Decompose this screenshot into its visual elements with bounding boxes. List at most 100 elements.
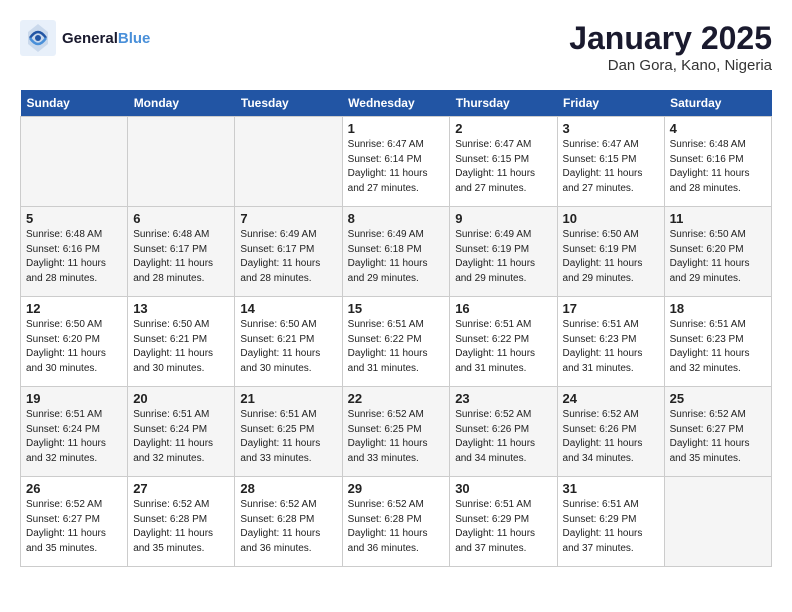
day-number: 13: [133, 301, 229, 316]
day-info: Sunrise: 6:50 AM Sunset: 6:20 PM Dayligh…: [26, 318, 122, 376]
day-number: 28: [240, 481, 336, 496]
day-info: Sunrise: 6:51 AM Sunset: 6:25 PM Dayligh…: [240, 408, 336, 466]
day-info: Sunrise: 6:51 AM Sunset: 6:29 PM Dayligh…: [563, 498, 659, 556]
weekday-header: Sunday: [21, 90, 128, 117]
day-number: 24: [563, 391, 659, 406]
weekday-header: Tuesday: [235, 90, 342, 117]
calendar-day-cell: 5 Sunrise: 6:48 AM Sunset: 6:16 PM Daylig…: [21, 207, 128, 297]
calendar-day-cell: 19 Sunrise: 6:51 AM Sunset: 6:24 PM Dayli…: [21, 387, 128, 477]
calendar-week-row: 12 Sunrise: 6:50 AM Sunset: 6:20 PM Dayli…: [21, 297, 772, 387]
day-info: Sunrise: 6:52 AM Sunset: 6:27 PM Dayligh…: [670, 408, 766, 466]
day-number: 2: [455, 121, 551, 136]
day-number: 25: [670, 391, 766, 406]
day-info: Sunrise: 6:49 AM Sunset: 6:19 PM Dayligh…: [455, 228, 551, 286]
day-number: 27: [133, 481, 229, 496]
weekday-header: Thursday: [450, 90, 557, 117]
day-info: Sunrise: 6:52 AM Sunset: 6:28 PM Dayligh…: [240, 498, 336, 556]
calendar-day-cell: 27 Sunrise: 6:52 AM Sunset: 6:28 PM Dayli…: [128, 477, 235, 567]
calendar-day-cell: [664, 477, 771, 567]
calendar-day-cell: 14 Sunrise: 6:50 AM Sunset: 6:21 PM Dayli…: [235, 297, 342, 387]
title-block: January 2025 Dan Gora, Kano, Nigeria: [569, 20, 772, 74]
day-info: Sunrise: 6:51 AM Sunset: 6:23 PM Dayligh…: [670, 318, 766, 376]
calendar-table: SundayMondayTuesdayWednesdayThursdayFrid…: [20, 90, 772, 567]
calendar-day-cell: 28 Sunrise: 6:52 AM Sunset: 6:28 PM Dayli…: [235, 477, 342, 567]
calendar-day-cell: 4 Sunrise: 6:48 AM Sunset: 6:16 PM Daylig…: [664, 117, 771, 207]
calendar-day-cell: 6 Sunrise: 6:48 AM Sunset: 6:17 PM Daylig…: [128, 207, 235, 297]
day-number: 30: [455, 481, 551, 496]
day-info: Sunrise: 6:48 AM Sunset: 6:16 PM Dayligh…: [670, 138, 766, 196]
day-info: Sunrise: 6:50 AM Sunset: 6:21 PM Dayligh…: [240, 318, 336, 376]
location: Dan Gora, Kano, Nigeria: [569, 57, 772, 74]
day-number: 23: [455, 391, 551, 406]
day-info: Sunrise: 6:51 AM Sunset: 6:22 PM Dayligh…: [455, 318, 551, 376]
calendar-day-cell: 10Sunrise: 6:50 AM Sunset: 6:19 PM Dayli…: [557, 207, 664, 297]
day-number: 17: [563, 301, 659, 316]
day-number: 12: [26, 301, 122, 316]
logo-text: GeneralBlue: [62, 30, 150, 47]
calendar-day-cell: 22Sunrise: 6:52 AM Sunset: 6:25 PM Dayli…: [342, 387, 450, 477]
day-info: Sunrise: 6:47 AM Sunset: 6:15 PM Dayligh…: [563, 138, 659, 196]
calendar-day-cell: [235, 117, 342, 207]
day-info: Sunrise: 6:51 AM Sunset: 6:23 PM Dayligh…: [563, 318, 659, 376]
calendar-day-cell: 30 Sunrise: 6:51 AM Sunset: 6:29 PM Dayli…: [450, 477, 557, 567]
day-info: Sunrise: 6:52 AM Sunset: 6:25 PM Dayligh…: [348, 408, 445, 466]
weekday-header: Friday: [557, 90, 664, 117]
calendar-day-cell: [128, 117, 235, 207]
calendar-day-cell: 8 Sunrise: 6:49 AM Sunset: 6:18 PM Daylig…: [342, 207, 450, 297]
calendar-day-cell: [21, 117, 128, 207]
day-info: Sunrise: 6:50 AM Sunset: 6:19 PM Dayligh…: [563, 228, 659, 286]
day-number: 29: [348, 481, 445, 496]
month-title: January 2025: [569, 20, 772, 57]
day-info: Sunrise: 6:50 AM Sunset: 6:21 PM Dayligh…: [133, 318, 229, 376]
calendar-week-row: 5 Sunrise: 6:48 AM Sunset: 6:16 PM Daylig…: [21, 207, 772, 297]
calendar-day-cell: 2Sunrise: 6:47 AM Sunset: 6:15 PM Daylig…: [450, 117, 557, 207]
day-info: Sunrise: 6:52 AM Sunset: 6:26 PM Dayligh…: [455, 408, 551, 466]
day-number: 31: [563, 481, 659, 496]
logo: GeneralBlue: [20, 20, 150, 56]
calendar-day-cell: 20Sunrise: 6:51 AM Sunset: 6:24 PM Dayli…: [128, 387, 235, 477]
day-info: Sunrise: 6:48 AM Sunset: 6:16 PM Dayligh…: [26, 228, 122, 286]
day-info: Sunrise: 6:51 AM Sunset: 6:24 PM Dayligh…: [26, 408, 122, 466]
day-number: 4: [670, 121, 766, 136]
day-number: 15: [348, 301, 445, 316]
day-number: 3: [563, 121, 659, 136]
calendar-day-cell: 11 Sunrise: 6:50 AM Sunset: 6:20 PM Dayli…: [664, 207, 771, 297]
calendar-day-cell: 29Sunrise: 6:52 AM Sunset: 6:28 PM Dayli…: [342, 477, 450, 567]
day-info: Sunrise: 6:51 AM Sunset: 6:24 PM Dayligh…: [133, 408, 229, 466]
day-info: Sunrise: 6:51 AM Sunset: 6:29 PM Dayligh…: [455, 498, 551, 556]
day-info: Sunrise: 6:52 AM Sunset: 6:27 PM Dayligh…: [26, 498, 122, 556]
day-info: Sunrise: 6:48 AM Sunset: 6:17 PM Dayligh…: [133, 228, 229, 286]
day-number: 11: [670, 211, 766, 226]
weekday-header-row: SundayMondayTuesdayWednesdayThursdayFrid…: [21, 90, 772, 117]
calendar-week-row: 19 Sunrise: 6:51 AM Sunset: 6:24 PM Dayli…: [21, 387, 772, 477]
day-number: 6: [133, 211, 229, 226]
calendar-day-cell: 26Sunrise: 6:52 AM Sunset: 6:27 PM Dayli…: [21, 477, 128, 567]
day-number: 19: [26, 391, 122, 406]
day-number: 14: [240, 301, 336, 316]
day-number: 18: [670, 301, 766, 316]
day-number: 21: [240, 391, 336, 406]
calendar-day-cell: 1Sunrise: 6:47 AM Sunset: 6:14 PM Daylig…: [342, 117, 450, 207]
calendar-day-cell: 24Sunrise: 6:52 AM Sunset: 6:26 PM Dayli…: [557, 387, 664, 477]
day-info: Sunrise: 6:49 AM Sunset: 6:17 PM Dayligh…: [240, 228, 336, 286]
calendar-day-cell: 15Sunrise: 6:51 AM Sunset: 6:22 PM Dayli…: [342, 297, 450, 387]
day-info: Sunrise: 6:47 AM Sunset: 6:14 PM Dayligh…: [348, 138, 445, 196]
day-info: Sunrise: 6:50 AM Sunset: 6:20 PM Dayligh…: [670, 228, 766, 286]
calendar-day-cell: 25 Sunrise: 6:52 AM Sunset: 6:27 PM Dayli…: [664, 387, 771, 477]
calendar-day-cell: 31 Sunrise: 6:51 AM Sunset: 6:29 PM Dayli…: [557, 477, 664, 567]
day-info: Sunrise: 6:49 AM Sunset: 6:18 PM Dayligh…: [348, 228, 445, 286]
day-number: 16: [455, 301, 551, 316]
day-number: 5: [26, 211, 122, 226]
calendar-day-cell: 12 Sunrise: 6:50 AM Sunset: 6:20 PM Dayli…: [21, 297, 128, 387]
day-info: Sunrise: 6:52 AM Sunset: 6:28 PM Dayligh…: [133, 498, 229, 556]
calendar-day-cell: 21 Sunrise: 6:51 AM Sunset: 6:25 PM Dayli…: [235, 387, 342, 477]
calendar-week-row: 26Sunrise: 6:52 AM Sunset: 6:27 PM Dayli…: [21, 477, 772, 567]
day-number: 7: [240, 211, 336, 226]
day-number: 9: [455, 211, 551, 226]
calendar-week-row: 1Sunrise: 6:47 AM Sunset: 6:14 PM Daylig…: [21, 117, 772, 207]
calendar-day-cell: 9 Sunrise: 6:49 AM Sunset: 6:19 PM Daylig…: [450, 207, 557, 297]
page-header: GeneralBlue January 2025 Dan Gora, Kano,…: [20, 20, 772, 74]
weekday-header: Monday: [128, 90, 235, 117]
weekday-header: Saturday: [664, 90, 771, 117]
day-number: 8: [348, 211, 445, 226]
